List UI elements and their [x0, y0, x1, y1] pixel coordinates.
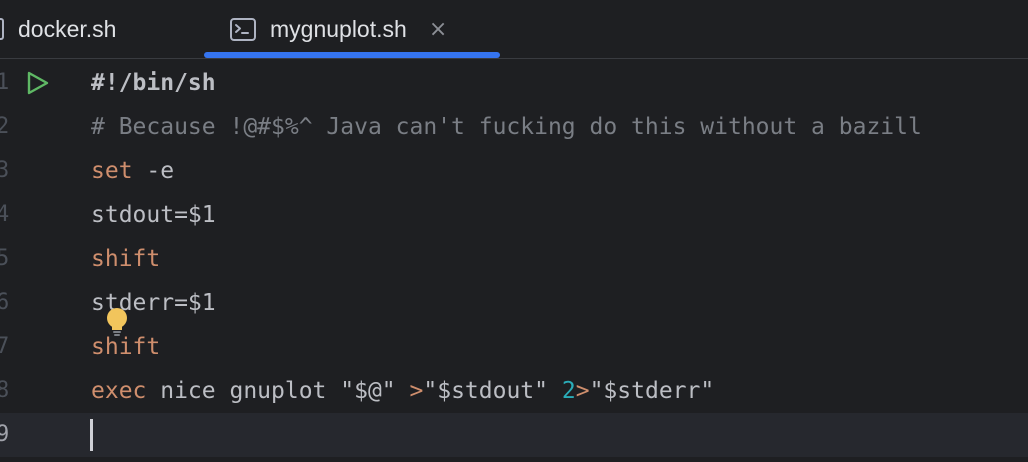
code-editor[interactable]: 1 #!/bin/sh 2 # Because !@#$%^ Java can'…: [0, 59, 1028, 462]
editor-window: docker.sh mygnuplot.sh × 1 #!/bin/sh 2 #…: [0, 0, 1028, 462]
code-text: #!/bin/sh: [91, 61, 216, 105]
comment: # Because !@#$%^ Java can't fucking do t…: [91, 114, 922, 140]
line-number: 2: [0, 114, 10, 139]
string: "$@": [340, 378, 396, 404]
lightbulb-icon[interactable]: [106, 307, 128, 337]
tab-docker-sh[interactable]: docker.sh: [0, 0, 116, 58]
argument: -e: [132, 158, 175, 184]
code-line[interactable]: 8 exec nice gnuplot "$@" >"$stdout" 2>"$…: [0, 369, 1028, 413]
line-number: 7: [0, 334, 10, 359]
run-icon[interactable]: [26, 71, 50, 100]
shebang: #!/bin/sh: [91, 70, 216, 96]
active-tab-indicator: [204, 52, 500, 58]
code-text: # Because !@#$%^ Java can't fucking do t…: [91, 105, 922, 149]
command: nice gnuplot: [146, 378, 341, 404]
line-number: 9: [0, 422, 10, 447]
keyword: shift: [91, 334, 161, 360]
assignment: stdout=$1: [91, 202, 216, 228]
tab-label: mygnuplot.sh: [270, 15, 407, 42]
line-number: 1: [0, 70, 10, 95]
file-descriptor: 2: [561, 378, 576, 404]
line-number: 8: [0, 378, 10, 403]
terminal-icon: [230, 17, 256, 41]
line-number: 3: [0, 158, 10, 183]
code-text: exec nice gnuplot "$@" >"$stdout" 2>"$st…: [91, 369, 714, 413]
line-number: 5: [0, 246, 10, 271]
code-line[interactable]: 5 shift: [0, 237, 1028, 281]
string: "$stderr": [589, 378, 715, 404]
code-text: set -e: [91, 149, 174, 193]
text-caret: [90, 419, 93, 451]
line-number: 6: [0, 290, 10, 315]
code-line-current[interactable]: 9: [0, 413, 1028, 457]
keyword: shift: [91, 246, 161, 272]
close-icon[interactable]: ×: [429, 17, 447, 42]
tab-mygnuplot-sh[interactable]: mygnuplot.sh ×: [230, 0, 447, 58]
file-icon: [0, 18, 4, 40]
string: "$stdout": [423, 378, 548, 404]
line-number: 4: [0, 202, 10, 227]
keyword: exec: [91, 378, 147, 404]
code-line[interactable]: 6 stderr=$1: [0, 281, 1028, 325]
keyword: set: [91, 158, 133, 184]
code-line[interactable]: 7 shift: [0, 325, 1028, 369]
code-line[interactable]: 2 # Because !@#$%^ Java can't fucking do…: [0, 105, 1028, 149]
tab-label: docker.sh: [18, 15, 117, 42]
editor-tab-bar: docker.sh mygnuplot.sh ×: [0, 0, 1028, 59]
redirect-operator: >: [575, 378, 590, 404]
code-text: stdout=$1: [91, 193, 216, 237]
code-line[interactable]: 3 set -e: [0, 149, 1028, 193]
redirect-operator: >: [409, 378, 424, 404]
code-line[interactable]: 4 stdout=$1: [0, 193, 1028, 237]
code-text: shift: [91, 237, 160, 281]
code-line[interactable]: 1 #!/bin/sh: [0, 61, 1028, 105]
